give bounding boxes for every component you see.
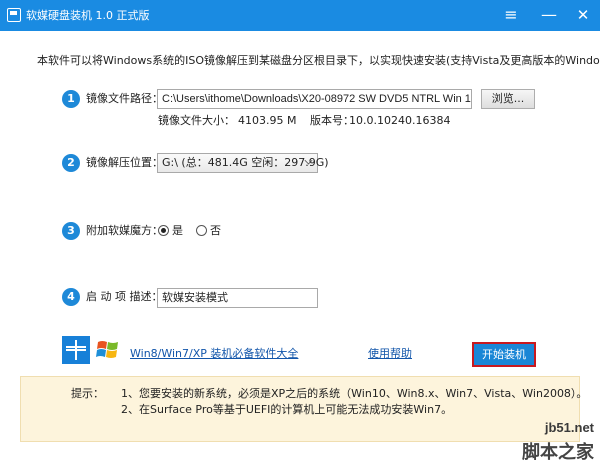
intro-text: 本软件可以将Windows系统的ISO镜像解压到某磁盘分区根目录下，以实现快速安… — [37, 54, 600, 67]
watermark-site: jb51.net — [544, 420, 594, 435]
notice-line-2: 2、在Surface Pro等基于UEFI的计算机上可能无法成功安装Win7。 — [121, 403, 453, 416]
image-size-value: 4103.95 M — [238, 114, 297, 127]
step-2-badge: 2 — [62, 154, 80, 172]
boot-desc-label: 启 动 项 描述： — [86, 290, 163, 303]
step-4-badge: 4 — [62, 288, 80, 306]
image-size-label: 镜像文件大小： — [158, 114, 235, 127]
window-title: 软媒硬盘装机 1.0 正式版 — [26, 9, 150, 22]
software-collection-link[interactable]: Win8/Win7/XP 装机必备软件大全 — [130, 347, 298, 361]
start-install-button[interactable]: 开始装机 — [472, 342, 536, 367]
notice-label: 提示： — [71, 387, 104, 400]
version-label: 版本号： — [310, 114, 354, 127]
version-value: 10.0.10240.16384 — [349, 114, 451, 127]
extract-location-select[interactable]: G:\ (总：481.4G 空闲：297.9G) — [157, 153, 329, 173]
hamburger-menu-icon[interactable]: ≡ — [497, 2, 525, 28]
radio-yes-label: 是 — [172, 224, 183, 237]
app-icon — [7, 8, 21, 22]
help-link[interactable]: 使用帮助 — [368, 347, 412, 361]
boot-desc-input[interactable]: 软媒安装模式 — [157, 288, 318, 308]
step-1-badge: 1 — [62, 90, 80, 108]
image-path-label: 镜像文件路径： — [86, 92, 163, 105]
notice-line-1: 1、您要安装的新系统，必须是XP之后的系统（Win10、Win8.x、Win7、… — [121, 387, 588, 400]
browse-button[interactable]: 浏览... — [481, 89, 535, 109]
image-path-input[interactable]: C:\Users\ithome\Downloads\X20-08972 SW D… — [157, 89, 472, 109]
watermark-name: 脚本之家 — [522, 442, 594, 463]
watermark: jb51.net 脚本之家 — [498, 418, 600, 464]
radio-no-label: 否 — [210, 224, 221, 237]
windows7-logo-icon — [96, 341, 118, 358]
extract-location-value: G:\ (总：481.4G 空闲：297.9G) — [162, 156, 329, 169]
radio-yes[interactable] — [158, 225, 169, 236]
title-bar: 软媒硬盘装机 1.0 正式版 ≡ — ✕ — [0, 0, 600, 31]
close-icon[interactable]: ✕ — [569, 2, 597, 28]
notice-box: 提示： 1、您要安装的新系统，必须是XP之后的系统（Win10、Win8.x、W… — [20, 376, 587, 442]
minimize-icon[interactable]: — — [535, 2, 563, 28]
addon-label: 附加软媒魔方： — [86, 224, 163, 237]
step-3-badge: 3 — [62, 222, 80, 240]
extract-location-label: 镜像解压位置： — [86, 156, 163, 169]
windows8-logo-icon — [62, 336, 90, 364]
radio-no[interactable] — [196, 225, 207, 236]
